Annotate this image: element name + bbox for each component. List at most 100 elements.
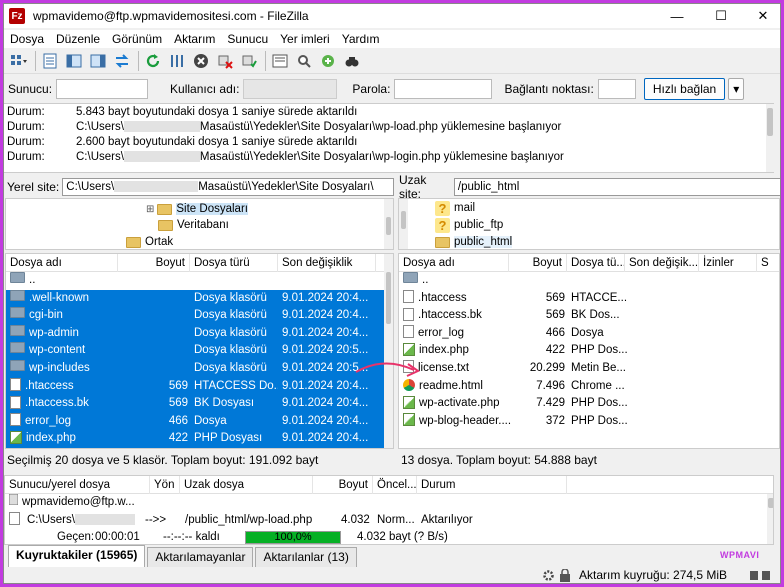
column-header-type[interactable]: Dosya türü: [190, 254, 278, 272]
tree-item-ortak[interactable]: Ortak: [126, 234, 173, 249]
remote-file-row[interactable]: .htaccess.bk 569 BK Dos...: [399, 307, 779, 325]
remote-file-row[interactable]: ..: [399, 272, 779, 290]
local-file-row[interactable]: .htaccess 569 HTACCESS Do... 9.01.2024 20:4…: [6, 377, 384, 396]
folder-icon: [10, 307, 25, 319]
tree-item-veritabani[interactable]: Veritabanı: [158, 217, 229, 233]
toggle-queue-icon[interactable]: [111, 50, 133, 72]
compare-directories-icon[interactable]: [293, 50, 315, 72]
maximize-button[interactable]: ☐: [699, 4, 743, 28]
local-file-row[interactable]: cgi-bin Dosya klasörü 9.01.2024 20:4...: [6, 307, 384, 325]
local-file-row[interactable]: error_log 466 Dosya 9.01.2024 20:4...: [6, 412, 384, 431]
transfer-led-icon: [762, 571, 770, 580]
tree-item-public-html[interactable]: public_html: [435, 234, 513, 249]
file-size: 569: [545, 291, 565, 304]
menu-server[interactable]: Sunucu: [221, 32, 274, 46]
column-header-size[interactable]: Boyut: [313, 476, 373, 494]
local-file-row[interactable]: wp-admin Dosya klasörü 9.01.2024 20:4...: [6, 324, 384, 343]
local-path-input[interactable]: C:\Users\ Masaüstü\Yedekler\Site Dosyalar…: [62, 178, 395, 196]
file-modified: 9.01.2024 20:4...: [282, 379, 369, 392]
password-input[interactable]: [394, 79, 493, 99]
column-header-modified[interactable]: Son değişik...: [625, 254, 699, 272]
quickconnect-dropdown-icon[interactable]: ▾: [728, 78, 745, 100]
column-header-filename[interactable]: Dosya adı: [399, 254, 509, 272]
local-file-row[interactable]: ..: [6, 272, 384, 290]
file-size: 422: [168, 432, 188, 445]
username-input[interactable]: [243, 79, 338, 99]
queue-remote-file: /public_html/wp-load.php: [185, 514, 313, 526]
minimize-button[interactable]: —: [655, 4, 699, 28]
queue-scrollbar[interactable]: [767, 494, 773, 544]
local-file-row[interactable]: .htaccess.bk 569 BK Dosyası 9.01.2024 20:4.…: [6, 395, 384, 413]
column-header-size[interactable]: Boyut: [118, 254, 190, 272]
column-header-filename[interactable]: Dosya adı: [6, 254, 118, 272]
remote-file-row[interactable]: wp-activate.php 7.429 PHP Dos...: [399, 395, 779, 413]
file-icon: [403, 325, 414, 339]
local-file-row[interactable]: wp-content Dosya klasörü 9.01.2024 20:5...: [6, 342, 384, 360]
site-manager-icon[interactable]: [8, 50, 30, 72]
remote-file-row[interactable]: wp-blog-header.... 372 PHP Dos...: [399, 413, 779, 431]
file-name: error_log: [25, 414, 72, 427]
toggle-log-icon[interactable]: [39, 50, 61, 72]
local-file-row[interactable]: index.php 422 PHP Dosyası 9.01.2024 20:4...: [6, 430, 384, 448]
local-list-scrollbar[interactable]: [384, 254, 393, 448]
host-input[interactable]: [56, 79, 149, 99]
close-button[interactable]: ✕: [741, 4, 780, 28]
tree-item-mail[interactable]: ? mail: [435, 200, 475, 216]
remote-file-row[interactable]: error_log 466 Dosya: [399, 325, 779, 343]
directory-listing-filter-icon[interactable]: [269, 50, 291, 72]
log-scrollbar[interactable]: [766, 104, 774, 172]
expand-icon[interactable]: ⊞: [146, 204, 154, 215]
column-header-owner[interactable]: S: [757, 254, 779, 272]
remote-path-input[interactable]: /public_html: [453, 178, 780, 196]
log-line: Durum: C:\Users\ Masaüstü\Yedekler\Site Do…: [7, 121, 562, 133]
toggle-local-tree-icon[interactable]: [63, 50, 85, 72]
queue-server-row[interactable]: wpmavidemo@ftp.w...: [5, 494, 773, 512]
quickconnect-button[interactable]: Hızlı bağlan: [643, 78, 726, 100]
process-queue-icon[interactable]: [166, 50, 188, 72]
remote-tree-scrollbar[interactable]: [399, 199, 408, 249]
column-header-status[interactable]: Durum: [417, 476, 567, 494]
settings-gear-icon[interactable]: [542, 569, 555, 583]
column-header-modified[interactable]: Son değişiklik: [278, 254, 376, 272]
column-header-priority[interactable]: Öncel...: [373, 476, 417, 494]
tab-queued[interactable]: Kuyruktakiler (15965): [8, 545, 146, 567]
menu-bookmarks[interactable]: Yer imleri: [274, 32, 336, 46]
menu-edit[interactable]: Düzenle: [50, 32, 106, 46]
cancel-icon[interactable]: [190, 50, 212, 72]
redacted-text: [123, 151, 200, 163]
tree-item-public-ftp[interactable]: ? public_ftp: [435, 217, 503, 233]
local-file-row[interactable]: .well-known Dosya klasörü 9.01.2024 20:4..…: [6, 289, 384, 308]
menu-view[interactable]: Görünüm: [106, 32, 168, 46]
remote-file-row[interactable]: license.txt 20.299 Metin Be...: [399, 360, 779, 378]
search-remote-icon[interactable]: [341, 50, 363, 72]
local-tree-scrollbar[interactable]: [384, 199, 393, 249]
column-header-remote-file[interactable]: Uzak dosya: [180, 476, 313, 494]
file-name: wp-activate.php: [419, 397, 500, 410]
menu-help[interactable]: Yardım: [336, 32, 386, 46]
column-header-direction[interactable]: Yön: [150, 476, 180, 494]
remote-file-row[interactable]: readme.html 7.496 Chrome ...: [399, 378, 779, 396]
refresh-icon[interactable]: [142, 50, 164, 72]
remote-file-row[interactable]: .htaccess 569 HTACCE...: [399, 290, 779, 308]
menu-file[interactable]: Dosya: [4, 32, 50, 46]
tab-successful[interactable]: Aktarılanlar (13): [255, 547, 357, 567]
column-header-server-local[interactable]: Sunucu/yerel dosya: [5, 476, 150, 494]
column-header-type[interactable]: Dosya tü...: [567, 254, 625, 272]
queue-file-row[interactable]: C:\Users\ -->> /public_html/wp-load.php …: [5, 512, 773, 530]
file-type: PHP Dos...: [571, 414, 627, 427]
toggle-remote-tree-icon[interactable]: [87, 50, 109, 72]
menu-transfer[interactable]: Aktarım: [168, 32, 221, 46]
synchronized-browsing-icon[interactable]: [317, 50, 339, 72]
column-header-size[interactable]: Boyut: [509, 254, 567, 272]
tab-failed[interactable]: Aktarılamayanlar: [147, 547, 254, 567]
disconnect-icon[interactable]: [214, 50, 236, 72]
remaining-time: --:--:-- kaldı: [163, 531, 220, 543]
local-file-row[interactable]: wp-includes Dosya klasörü 9.01.2024 20:5..…: [6, 360, 384, 378]
tree-item-site-dosyalari[interactable]: ⊞ Site Dosyaları: [146, 201, 248, 217]
reconnect-icon[interactable]: [238, 50, 260, 72]
column-header-permissions[interactable]: İzinler: [699, 254, 757, 272]
file-size: 20.299: [529, 362, 565, 374]
folder-icon: [10, 289, 25, 301]
port-input[interactable]: [597, 79, 636, 99]
remote-file-row[interactable]: index.php 422 PHP Dos...: [399, 342, 779, 360]
